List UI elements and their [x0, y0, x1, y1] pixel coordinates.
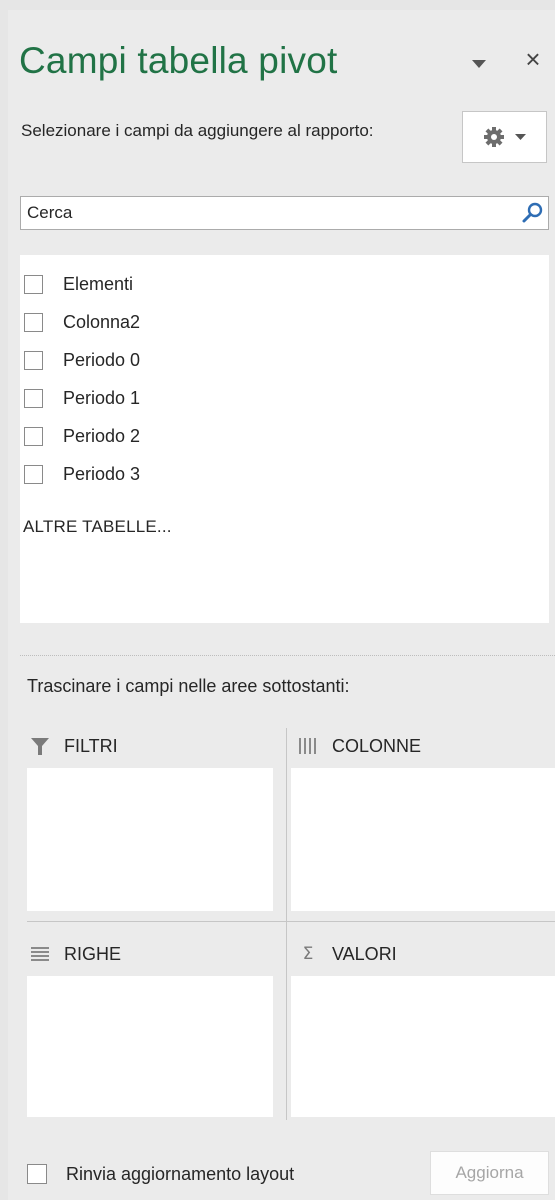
areas-horizontal-separator: [27, 921, 555, 922]
field-checkbox[interactable]: [24, 274, 43, 294]
chevron-down-icon: [472, 59, 486, 68]
filter-icon: [30, 736, 50, 756]
filters-area-header: FILTRI: [30, 727, 118, 765]
update-button[interactable]: Aggiorna: [430, 1151, 549, 1195]
filters-area-label: FILTRI: [64, 735, 118, 756]
defer-layout-update[interactable]: Rinvia aggiornamento layout: [27, 1157, 294, 1191]
field-label: Periodo 0: [63, 349, 141, 370]
columns-drop-area[interactable]: [291, 768, 555, 911]
field-item-colonna2[interactable]: Colonna2: [24, 303, 140, 341]
choose-fields-instruction: Selezionare i campi da aggiungere al rap…: [21, 121, 374, 140]
values-area-label: VALORI: [332, 943, 397, 964]
columns-area-header: COLONNE: [298, 727, 421, 765]
field-label: Colonna2: [63, 311, 141, 332]
rows-drop-area[interactable]: [27, 976, 273, 1117]
field-label: Elementi: [63, 273, 134, 294]
field-item-periodo-1[interactable]: Periodo 1: [24, 379, 140, 417]
field-checkbox[interactable]: [24, 426, 43, 446]
pane-options-button[interactable]: [468, 56, 490, 72]
field-checkbox[interactable]: [24, 388, 43, 408]
pane-title: Campi tabella pivot: [19, 40, 338, 81]
rows-area-label: RIGHE: [64, 943, 122, 964]
search-icon[interactable]: [521, 201, 545, 225]
values-drop-area[interactable]: [291, 976, 555, 1117]
columns-area-label: COLONNE: [332, 735, 422, 756]
field-item-periodo-3[interactable]: Periodo 3: [24, 455, 140, 493]
field-list: Elementi Colonna2 Periodo 0 Periodo 1 Pe…: [20, 255, 549, 623]
rows-area-header: RIGHE: [30, 935, 121, 973]
areas-vertical-separator: [286, 728, 287, 1120]
field-label: Periodo 1: [63, 387, 141, 408]
field-item-periodo-0[interactable]: Periodo 0: [24, 341, 140, 379]
filters-drop-area[interactable]: [27, 768, 273, 911]
search-input[interactable]: [21, 197, 501, 229]
values-area-header: Σ VALORI: [298, 935, 397, 973]
more-tables-link[interactable]: ALTRE TABELLE...: [23, 517, 172, 537]
field-checkbox[interactable]: [24, 464, 43, 484]
defer-layout-update-label: Rinvia aggiornamento layout: [66, 1163, 295, 1184]
field-item-elementi[interactable]: Elementi: [24, 265, 133, 303]
defer-layout-update-checkbox[interactable]: [27, 1164, 47, 1184]
gear-icon: [484, 127, 504, 147]
field-checkbox[interactable]: [24, 350, 43, 370]
pane-divider: [20, 655, 555, 656]
tools-button[interactable]: [462, 111, 547, 163]
sigma-icon: Σ: [302, 944, 314, 964]
drag-fields-instruction: Trascinare i campi nelle aree sottostant…: [27, 676, 350, 696]
field-checkbox[interactable]: [24, 312, 43, 332]
field-item-periodo-2[interactable]: Periodo 2: [24, 417, 140, 455]
close-button[interactable]: ×: [518, 44, 548, 74]
search-box: [20, 196, 549, 230]
dropdown-arrow-icon: [515, 133, 526, 140]
rows-icon: [30, 944, 50, 964]
field-label: Periodo 2: [63, 425, 141, 446]
columns-icon: [298, 736, 318, 756]
field-label: Periodo 3: [63, 463, 141, 484]
